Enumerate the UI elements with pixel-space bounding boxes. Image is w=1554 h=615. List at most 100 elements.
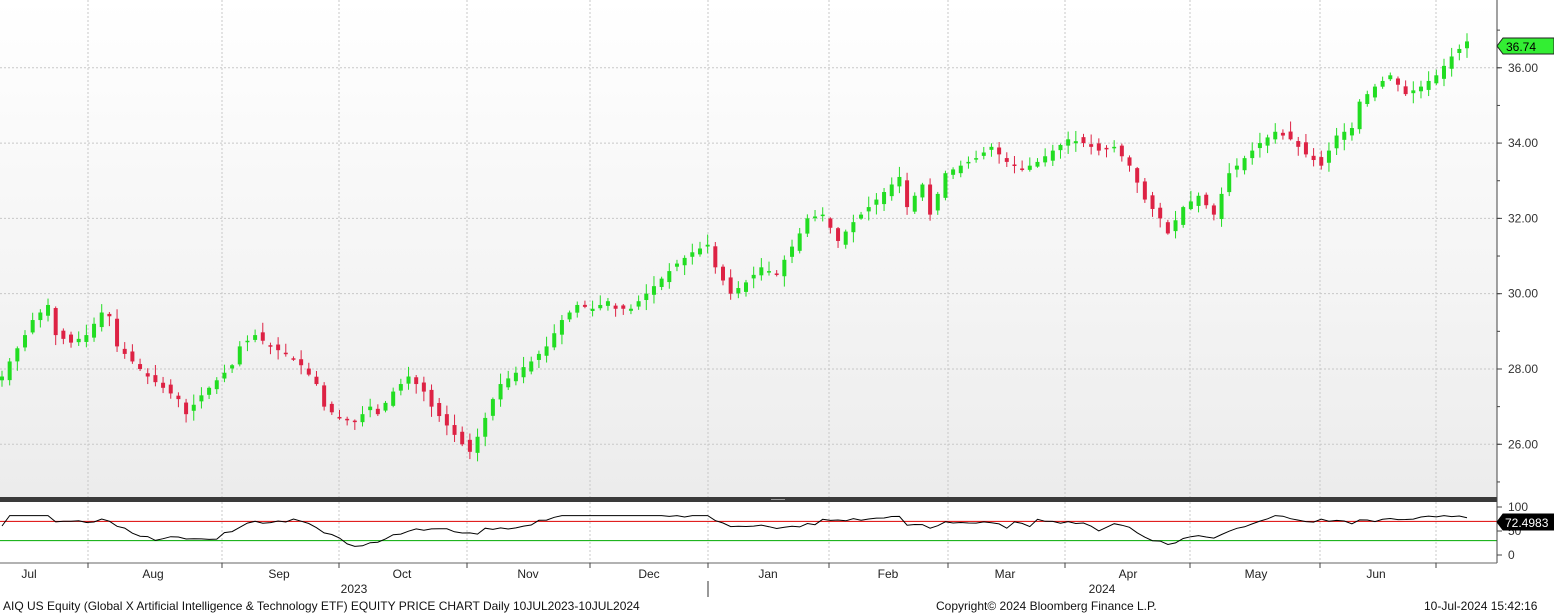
candle-body <box>1388 75 1393 80</box>
candle-body <box>1273 131 1278 140</box>
candle-body <box>368 406 373 411</box>
candle-body <box>214 380 219 390</box>
candle-body <box>958 165 963 174</box>
candle-body <box>1319 157 1324 166</box>
candle-body <box>475 436 480 453</box>
x-month-label: Apr <box>1119 567 1138 581</box>
price-last-value: 36.74 <box>1506 40 1536 54</box>
candle-body <box>928 184 933 215</box>
footer-right: 10-Jul-2024 15:42:16 <box>1424 599 1538 613</box>
candle-body <box>490 399 495 416</box>
candle-body <box>1296 141 1301 147</box>
candle-body <box>621 305 626 309</box>
candle-body <box>76 338 81 343</box>
candle-body <box>1434 75 1439 84</box>
candle-body <box>168 384 173 394</box>
candle-body <box>782 259 787 277</box>
candle-body <box>989 146 994 150</box>
candle-body <box>383 402 388 411</box>
candle-body <box>674 263 679 267</box>
candle-body <box>30 320 35 333</box>
candle-body <box>1395 78 1400 85</box>
candle-body <box>1066 139 1071 146</box>
candle-body <box>1165 222 1170 234</box>
candle-body <box>1342 131 1347 140</box>
candle-body <box>859 214 864 219</box>
x-month-label: Jul <box>21 567 36 581</box>
candle-body <box>1265 137 1270 146</box>
candle-body <box>7 361 12 381</box>
x-month-label: Nov <box>517 567 538 581</box>
candle-body <box>744 282 749 292</box>
candle-body <box>237 346 242 365</box>
candle-body <box>322 385 327 407</box>
candle-body <box>1380 80 1385 87</box>
candle-body <box>667 271 672 283</box>
candle-body <box>1127 157 1132 166</box>
candle-body <box>92 323 97 338</box>
panel-separator[interactable] <box>0 497 1497 502</box>
candle-body <box>559 320 564 335</box>
candle-body <box>705 244 710 247</box>
candle-body <box>1357 101 1362 130</box>
x-month-label: Oct <box>393 567 412 581</box>
candle-body <box>53 308 58 336</box>
candle-body <box>452 425 457 435</box>
price-panel <box>0 0 1497 497</box>
candle-body <box>1181 207 1186 225</box>
candle-body <box>429 389 434 407</box>
candle-body <box>1012 164 1017 166</box>
candle-body <box>590 308 595 311</box>
candle-body <box>1081 137 1086 144</box>
candle-body <box>199 395 204 402</box>
candle-body <box>513 372 518 382</box>
candle-body <box>843 231 848 245</box>
candle-body <box>314 376 319 385</box>
candle-body <box>130 351 135 362</box>
candle-body <box>866 207 871 212</box>
x-month-label: May <box>1245 567 1268 581</box>
candle-body <box>1234 165 1239 170</box>
candle-body <box>253 335 258 340</box>
candle-body <box>138 364 143 369</box>
candle-body <box>291 358 296 360</box>
price-tick-label: 28.00 <box>1508 362 1538 376</box>
x-year-label: 2024 <box>1089 582 1116 596</box>
candle-body <box>1426 80 1431 90</box>
candle-body <box>1326 150 1331 163</box>
candle-body <box>774 273 779 275</box>
candle-body <box>498 384 503 400</box>
candle-body <box>306 368 311 375</box>
candle-body <box>951 169 956 175</box>
candle-body <box>966 161 971 164</box>
candle-body <box>613 305 618 309</box>
candle-body <box>889 184 894 197</box>
candle-body <box>61 330 66 339</box>
candle-body <box>283 352 288 355</box>
candle-body <box>406 376 411 384</box>
candle-body <box>697 248 702 255</box>
candle-body <box>605 301 610 306</box>
candle-body <box>1219 193 1224 220</box>
candle-body <box>1418 86 1423 92</box>
candle-body <box>1441 65 1446 79</box>
candle-body <box>161 382 166 388</box>
candle-body <box>0 376 4 381</box>
candle-body <box>391 391 396 406</box>
candle-body <box>23 335 28 348</box>
footer-center: Copyright© 2024 Bloomberg Finance L.P. <box>936 599 1157 613</box>
candle-body <box>1096 143 1101 151</box>
candle-body <box>360 414 365 423</box>
candle-body <box>1058 144 1063 151</box>
candle-body <box>1250 150 1255 159</box>
candle-body <box>414 377 419 385</box>
candle-body <box>460 431 465 445</box>
candle-body <box>1411 90 1416 94</box>
candle-body <box>99 312 104 328</box>
candle-body <box>905 180 910 208</box>
candle-body <box>598 304 603 309</box>
x-month-label: Aug <box>142 567 163 581</box>
candle-body <box>851 222 856 233</box>
candle-body <box>1280 132 1285 136</box>
candle-body <box>720 266 725 281</box>
